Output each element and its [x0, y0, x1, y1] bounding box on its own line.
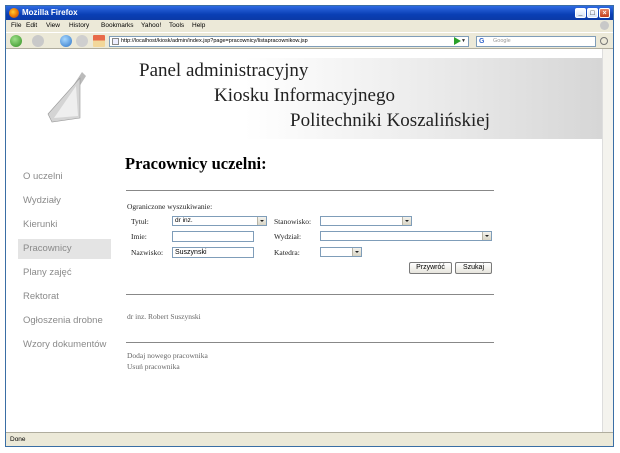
- menu-help[interactable]: Help: [192, 20, 205, 32]
- url-text: http://localhost/kiosk/admin/index.jsp?p…: [121, 38, 308, 44]
- remove-employee-link[interactable]: Usuń pracownika: [127, 362, 180, 371]
- sidebar-item-kierunki[interactable]: Kierunki: [18, 215, 57, 235]
- tytul-value: dr inz.: [175, 217, 193, 224]
- banner-line-2: Kiosku Informacyjnego: [214, 85, 395, 106]
- menu-tools[interactable]: Tools: [169, 20, 184, 32]
- url-bar[interactable]: http://localhost/kiosk/admin/index.jsp?p…: [109, 36, 469, 47]
- katedra-select[interactable]: [320, 247, 362, 257]
- result-item[interactable]: dr inz. Robert Suszynski: [127, 312, 201, 321]
- navigation-toolbar: http://localhost/kiosk/admin/index.jsp?p…: [6, 32, 613, 49]
- sidebar-item-pracownicy[interactable]: Pracownicy: [18, 239, 111, 259]
- sidebar-item-plany-zajec[interactable]: Plany zajęć: [18, 263, 72, 283]
- add-employee-link[interactable]: Dodaj nowego pracownika: [127, 351, 208, 360]
- sidebar-item-rektorat[interactable]: Rektorat: [18, 287, 59, 307]
- page-icon: [112, 38, 119, 45]
- wydzial-select[interactable]: [320, 231, 492, 241]
- banner-line-3: Politechniki Koszalińskiej: [290, 110, 491, 131]
- chevron-down-icon[interactable]: [482, 232, 491, 240]
- header-banner: Panel administracyjny Kiosku Informacyjn…: [6, 58, 602, 139]
- page-title: Pracownicy uczelni:: [125, 154, 267, 173]
- tytul-label: Tytuł:: [131, 217, 149, 226]
- filter-label: Ograniczone wyszukiwanie:: [127, 202, 213, 211]
- sidebar-item-wydzialy[interactable]: Wydziały: [18, 191, 61, 211]
- status-bar: Done: [6, 432, 613, 446]
- wydzial-label: Wydział:: [274, 232, 302, 241]
- menu-file[interactable]: File: [11, 20, 21, 32]
- nazwisko-input[interactable]: Suszynski: [172, 247, 254, 258]
- forward-icon[interactable]: [32, 35, 44, 47]
- title-bar: Mozilla Firefox _ □ ×: [6, 6, 613, 20]
- stanowisko-label: Stanowisko:: [274, 217, 312, 226]
- divider: [126, 190, 494, 191]
- imie-input[interactable]: [172, 231, 254, 242]
- sidebar-item-o-uczelni[interactable]: O uczelni: [18, 167, 63, 187]
- menu-bar: File Edit View History Bookmarks Yahoo! …: [6, 20, 613, 32]
- menu-bookmarks[interactable]: Bookmarks: [101, 20, 134, 32]
- divider: [126, 342, 494, 343]
- menu-yahoo[interactable]: Yahoo!: [141, 20, 161, 32]
- reset-button[interactable]: Przywróć: [409, 262, 452, 274]
- home-icon[interactable]: [93, 35, 105, 47]
- sidebar-item-ogloszenia[interactable]: Ogłoszenia drobne: [18, 311, 103, 331]
- nazwisko-label: Nazwisko:: [131, 248, 164, 257]
- firefox-icon: [9, 8, 19, 18]
- logo-icon: [47, 72, 86, 123]
- page-content: Panel administracyjny Kiosku Informacyjn…: [6, 49, 613, 432]
- menu-view[interactable]: View: [46, 20, 60, 32]
- search-placeholder: Google: [493, 38, 511, 44]
- search-bar[interactable]: G Google: [476, 36, 596, 47]
- chevron-down-icon[interactable]: [352, 248, 361, 256]
- go-icon[interactable]: [454, 37, 461, 45]
- divider: [126, 294, 494, 295]
- reload-icon[interactable]: [60, 35, 72, 47]
- chevron-down-icon[interactable]: [402, 217, 411, 225]
- close-button[interactable]: ×: [599, 8, 610, 18]
- tytul-select[interactable]: dr inz.: [172, 216, 267, 226]
- window-title: Mozilla Firefox: [22, 8, 78, 17]
- back-icon[interactable]: [10, 35, 22, 47]
- katedra-label: Katedra:: [274, 248, 300, 257]
- status-text: Done: [10, 436, 26, 443]
- sidebar-item-wzory-dokumentow[interactable]: Wzory dokumentów: [18, 335, 106, 355]
- vertical-scrollbar[interactable]: [602, 49, 613, 432]
- menu-edit[interactable]: Edit: [26, 20, 37, 32]
- chevron-down-icon[interactable]: [257, 217, 266, 225]
- url-dropdown-icon[interactable]: ▼: [460, 38, 467, 45]
- browser-window: Mozilla Firefox _ □ × File Edit View His…: [5, 5, 614, 447]
- throbber-icon: [600, 21, 609, 30]
- stanowisko-select[interactable]: [320, 216, 412, 226]
- search-button[interactable]: Szukaj: [455, 262, 492, 274]
- maximize-button[interactable]: □: [587, 8, 598, 18]
- menu-history[interactable]: History: [69, 20, 89, 32]
- google-icon[interactable]: G: [479, 38, 484, 46]
- banner-line-1: Panel administracyjny: [139, 60, 309, 81]
- stop-icon[interactable]: [76, 35, 88, 47]
- minimize-button[interactable]: _: [575, 8, 586, 18]
- imie-label: Imie:: [131, 232, 147, 241]
- search-icon[interactable]: [600, 37, 608, 45]
